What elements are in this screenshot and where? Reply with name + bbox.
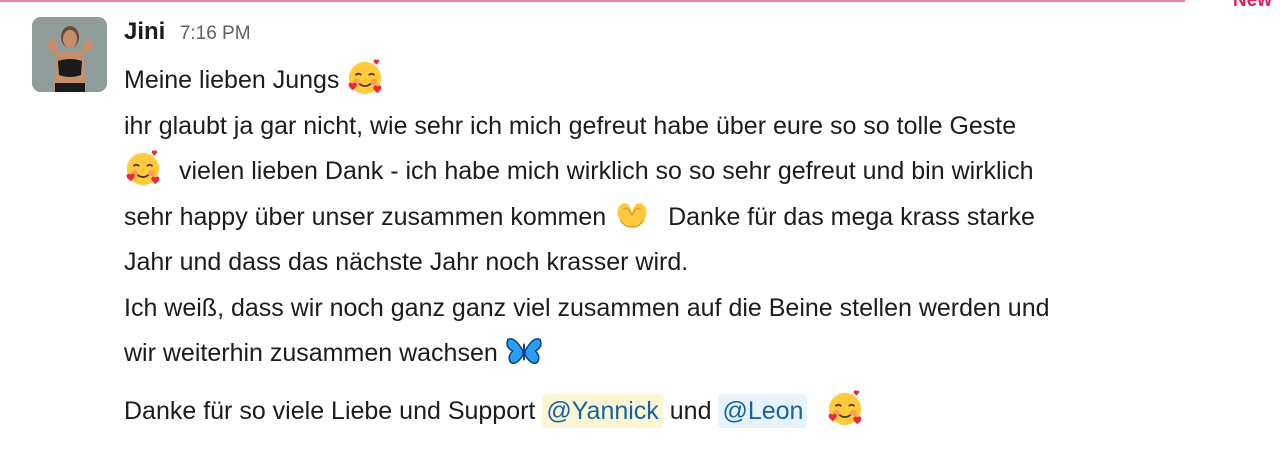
message-line: ihr glaubt ja gar nicht, wie sehr ich mi… <box>124 104 1274 150</box>
message-text: Ich weiß, dass wir noch ganz ganz viel z… <box>124 293 1050 322</box>
mention-leon[interactable]: @Leon <box>718 393 808 428</box>
message-text: Jahr und dass das nächste Jahr noch kras… <box>124 248 689 276</box>
avatar[interactable] <box>32 17 107 92</box>
message-line: Jahr und dass das nächste Jahr noch kras… <box>124 240 1274 286</box>
message-line: Ich weiß, dass wir noch ganz ganz viel z… <box>124 286 1274 332</box>
message-text: Meine lieben Jungs <box>124 66 340 94</box>
smiling-face-with-hearts-icon <box>124 150 162 188</box>
message-line: vielen lieben Dank - ich habe mich wirkl… <box>124 149 1274 195</box>
message-header: Jini 7:16 PM <box>124 18 251 48</box>
message-line: sehr happy über unser zusammen kommen Da… <box>124 195 1274 241</box>
heart-hands-icon <box>613 196 651 234</box>
mention-yannick[interactable]: @Yannick <box>542 393 663 428</box>
message-text: wir weiterhin zusammen wachsen <box>124 339 498 367</box>
message-text: und <box>669 396 712 425</box>
profile-photo-icon <box>32 17 107 92</box>
message-body: Meine lieben Jungs ihr glaubt ja gar nic… <box>124 58 1274 434</box>
message-text: vielen lieben Dank - ich habe mich wirkl… <box>178 157 1034 185</box>
smiling-face-with-hearts-icon <box>826 389 864 428</box>
message-text: sehr happy über unser zusammen kommen <box>124 202 607 231</box>
timestamp[interactable]: 7:16 PM <box>180 23 251 44</box>
message-text: Danke für so viele Liebe und Support <box>124 396 536 425</box>
message-line: Danke für so viele Liebe und Support @Ya… <box>124 389 1274 435</box>
message-line: wir weiterhin zusammen wachsen <box>124 331 1274 377</box>
butterfly-icon <box>505 332 543 370</box>
message-text: Danke für das mega krass starke <box>668 202 1035 231</box>
message-text: ihr glaubt ja gar nicht, wie sehr ich mi… <box>124 111 1017 140</box>
message: Jini 7:16 PM Meine lieben Jungs ihr glau… <box>0 0 1280 458</box>
sender-name[interactable]: Jini <box>124 18 165 45</box>
message-line: Meine lieben Jungs <box>124 58 1274 104</box>
smiling-face-with-hearts-icon <box>346 59 384 97</box>
